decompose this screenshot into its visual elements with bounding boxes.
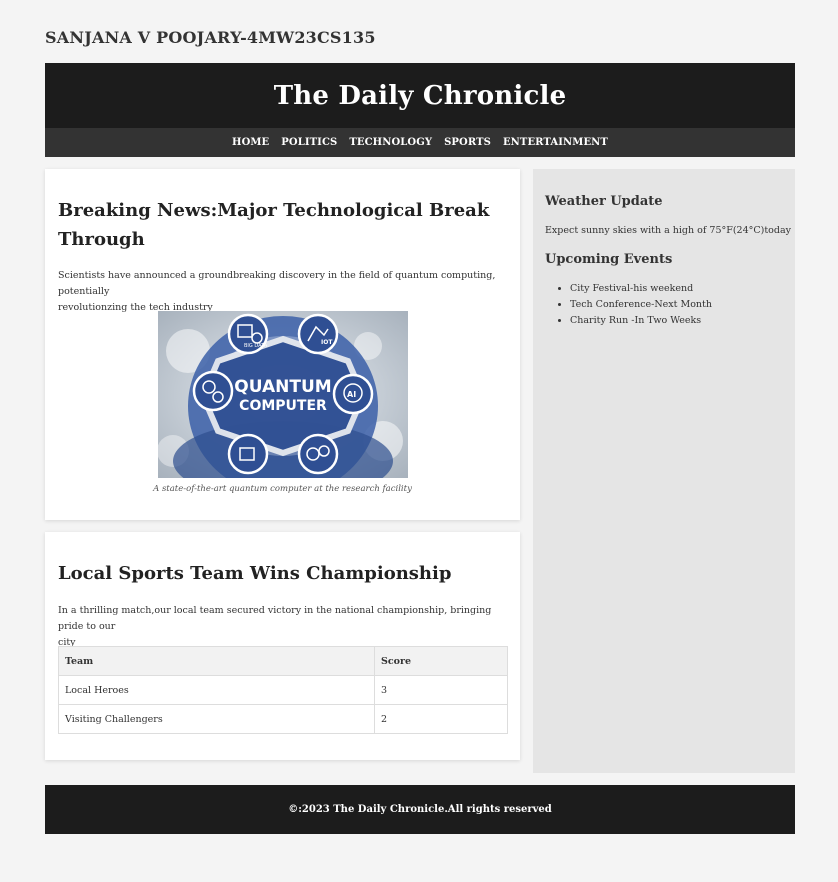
ai-label: AI <box>347 390 356 399</box>
team-cell: Local Heroes <box>58 675 375 705</box>
big-data-label: BIG DATA <box>244 343 268 349</box>
computer-text: COMPUTER <box>239 398 327 414</box>
header-team: Team <box>58 646 375 676</box>
quantum-computer-graphic: BIG DATA IOT AI QUANTUM COMPUTER <box>158 311 408 478</box>
article-title-line2: Through <box>58 229 145 250</box>
footer: ©:2023 The Daily Chronicle.All rights re… <box>45 785 795 834</box>
article-title: Breaking News:Major Technological Break … <box>58 196 489 254</box>
score-table: Team Score Local Heroes 3 Visiting Chall… <box>58 646 508 734</box>
main-nav: HOME POLITICS TECHNOLOGY SPORTS ENTERTAI… <box>45 128 795 157</box>
article-body: In a thrilling match,our local team secu… <box>58 603 518 651</box>
iot-label: IOT <box>321 339 333 346</box>
quantum-computer-image: BIG DATA IOT AI QUANTUM COMPUTER <box>158 311 408 478</box>
nav-technology[interactable]: TECHNOLOGY <box>343 128 438 157</box>
article-body: Scientists have announced a groundbreaki… <box>58 268 518 316</box>
image-caption: A state-of-the-art quantum computer at t… <box>153 484 412 494</box>
table-row: Visiting Challengers 2 <box>58 704 508 734</box>
score-cell: 3 <box>374 675 508 705</box>
article-body-line1: In a thrilling match,our local team secu… <box>58 605 492 632</box>
weather-text: Expect sunny skies with a high of 75°F(2… <box>545 225 791 236</box>
nav-politics[interactable]: POLITICS <box>275 128 343 157</box>
sidebar: Weather Update Expect sunny skies with a… <box>533 169 795 773</box>
article-body-line1: Scientists have announced a groundbreaki… <box>58 270 496 297</box>
quantum-text: QUANTUM <box>234 377 331 397</box>
article-title: Local Sports Team Wins Championship <box>58 563 452 584</box>
author-heading: SANJANA V POOJARY-4MW23CS135 <box>45 28 376 47</box>
list-item: City Festival-his weekend <box>570 281 712 297</box>
events-list: City Festival-his weekend Tech Conferenc… <box>545 281 712 329</box>
article-sports: Local Sports Team Wins Championship In a… <box>45 532 520 760</box>
article-breaking-news: Breaking News:Major Technological Break … <box>45 169 520 520</box>
events-title: Upcoming Events <box>545 252 673 267</box>
table-header-row: Team Score <box>58 646 508 676</box>
footer-text: ©:2023 The Daily Chronicle.All rights re… <box>288 804 552 815</box>
header-score: Score <box>374 646 508 676</box>
table-row: Local Heroes 3 <box>58 675 508 705</box>
nav-entertainment[interactable]: ENTERTAINMENT <box>497 128 614 157</box>
list-item: Charity Run -In Two Weeks <box>570 313 712 329</box>
weather-title: Weather Update <box>545 194 663 209</box>
list-item: Tech Conference-Next Month <box>570 297 712 313</box>
masthead: The Daily Chronicle <box>45 63 795 128</box>
article-title-line1: Breaking News:Major Technological Break <box>58 200 490 221</box>
nav-home[interactable]: HOME <box>226 128 275 157</box>
nav-sports[interactable]: SPORTS <box>438 128 497 157</box>
score-cell: 2 <box>374 704 508 734</box>
site-title: The Daily Chronicle <box>273 80 567 111</box>
team-cell: Visiting Challengers <box>58 704 375 734</box>
